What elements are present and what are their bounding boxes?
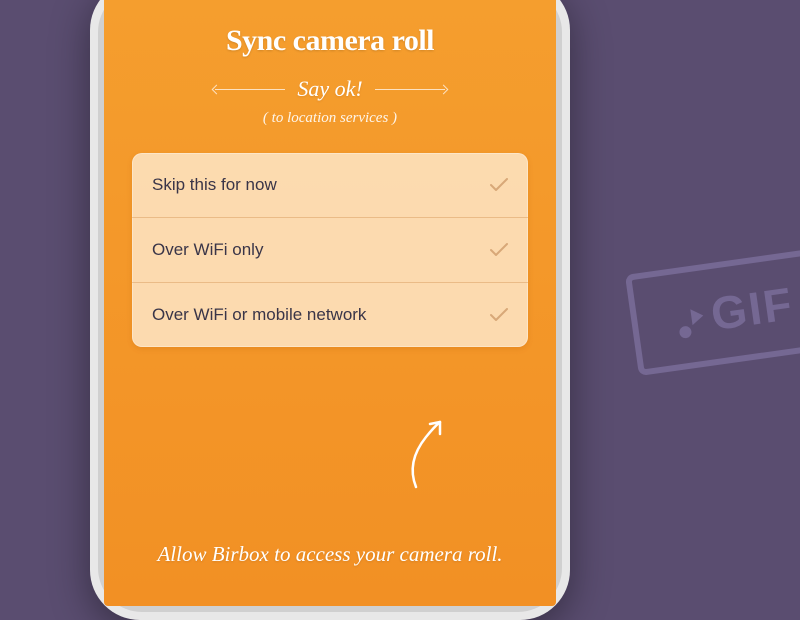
check-icon [490,178,508,192]
phone-frame: Sync camera roll Say ok! ( to location s… [90,0,570,620]
page-subtitle: Say ok! [297,76,362,102]
option-skip[interactable]: Skip this for now [132,153,528,218]
check-icon [490,243,508,257]
gif-badge: GIF [625,246,800,376]
arrow-left-icon [215,89,285,90]
subtitle-row: Say ok! [132,76,528,102]
page-title: Sync camera roll [132,24,528,58]
footer-hint: Allow Birbox to access your camera roll. [104,540,556,568]
curved-arrow-icon [396,412,456,497]
phone-bezel: Sync camera roll Say ok! ( to location s… [98,0,562,612]
page-subnote: ( to location services ) [132,110,528,127]
option-wifi-only[interactable]: Over WiFi only [132,218,528,283]
gif-badge-text: GIF [708,276,797,341]
app-screen: Sync camera roll Say ok! ( to location s… [104,0,556,606]
option-label: Skip this for now [152,175,277,195]
sync-options-list: Skip this for now Over WiFi only Over Wi… [132,153,528,347]
play-icon [691,308,705,326]
option-label: Over WiFi or mobile network [152,305,366,325]
dot-icon [679,325,693,339]
check-icon [490,308,508,322]
option-wifi-mobile[interactable]: Over WiFi or mobile network [132,283,528,347]
option-label: Over WiFi only [152,240,263,260]
arrow-right-icon [375,89,445,90]
